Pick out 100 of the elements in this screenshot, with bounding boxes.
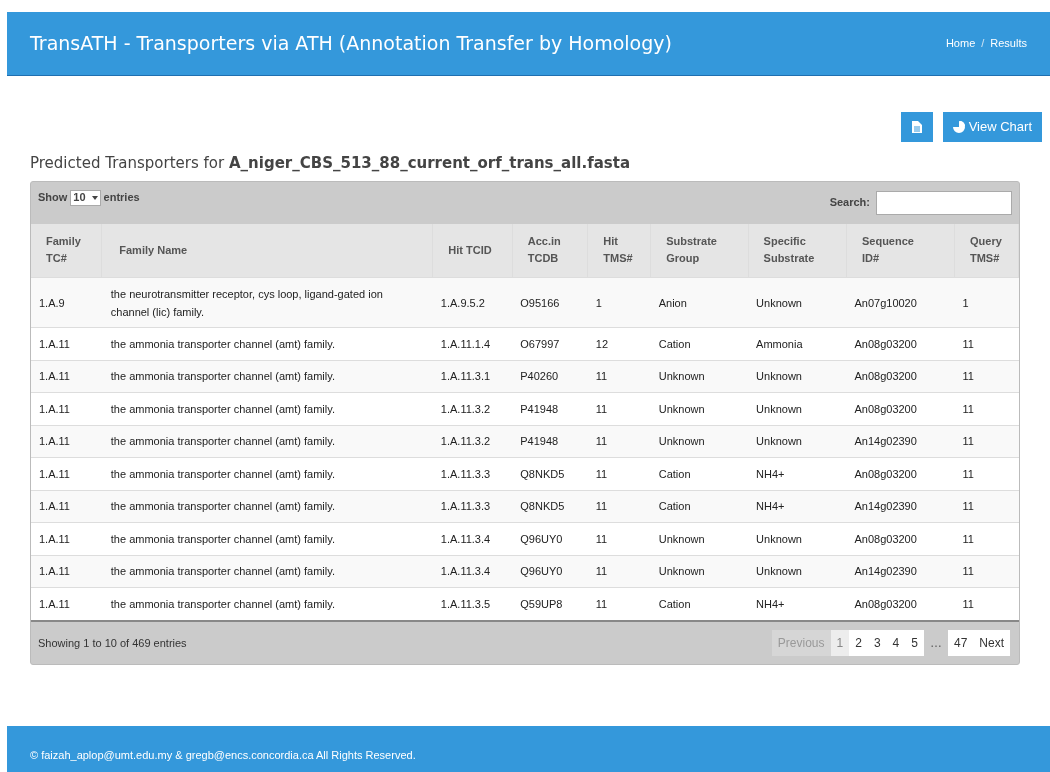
hit-tms-cell: 11 bbox=[595, 370, 608, 383]
hit-tcid-cell: 1.A.11.3.2 bbox=[440, 435, 491, 448]
entries-info: Showing 1 to 10 of 469 entries bbox=[38, 635, 187, 651]
copyright-text: © faizah_aplop@umt.edu.my & gregb@encs.concordia.ca All Rights Reserved. bbox=[30, 747, 416, 763]
hit-tcid-cell: 1.A.11.3.5 bbox=[440, 598, 491, 610]
family-name-cell: the ammonia transporter channel (amt) family. bbox=[110, 402, 335, 415]
column-header[interactable]: Hit TCID bbox=[432, 223, 513, 278]
query-tms-cell: 11 bbox=[962, 598, 974, 610]
accession-cell: Q59UP8 bbox=[520, 598, 563, 610]
sequence-id-cell: An08g03200 bbox=[854, 337, 917, 350]
entries-label: entries bbox=[103, 190, 140, 206]
column-header[interactable]: Family Name bbox=[101, 223, 433, 278]
family-tc-cell: 1.A.11 bbox=[39, 402, 70, 415]
pagination-button[interactable]: 2 bbox=[849, 630, 868, 656]
sequence-id-cell: An08g03200 bbox=[854, 370, 917, 383]
family-name-cell: the ammonia transporter channel (amt) family. bbox=[110, 598, 335, 610]
document-icon bbox=[911, 121, 922, 133]
export-button[interactable] bbox=[900, 112, 933, 142]
specific-substrate-cell: Unknown bbox=[756, 565, 802, 578]
sequence-id-cell: An08g03200 bbox=[854, 402, 917, 415]
breadcrumb-link[interactable]: Results bbox=[990, 35, 1027, 52]
specific-substrate-cell: NH4+ bbox=[756, 467, 785, 480]
family-tc-cell: 1.A.11 bbox=[39, 370, 70, 383]
column-header[interactable]: Acc.in TCDB bbox=[512, 223, 588, 278]
substrate-group-cell: Cation bbox=[658, 337, 691, 350]
sequence-id-cell: An08g03200 bbox=[854, 598, 917, 610]
page-size-select[interactable]: 10 bbox=[70, 189, 101, 206]
family-tc-cell: 1.A.11 bbox=[39, 337, 70, 350]
query-tms-cell: 11 bbox=[962, 532, 974, 545]
substrate-group-cell: Unknown bbox=[658, 435, 705, 448]
query-tms-cell: 11 bbox=[962, 402, 974, 415]
accession-cell: P41948 bbox=[520, 435, 559, 448]
column-header[interactable]: Specific Substrate bbox=[748, 223, 847, 278]
hit-tcid-cell: 1.A.11.3.1 bbox=[440, 370, 491, 383]
sequence-id-cell: An08g03200 bbox=[854, 467, 917, 480]
family-name-cell: the ammonia transporter channel (amt) family. bbox=[110, 337, 335, 350]
hit-tms-cell: 11 bbox=[595, 500, 608, 513]
accession-cell: P41948 bbox=[520, 402, 559, 415]
query-tms-cell: 11 bbox=[962, 435, 974, 448]
column-header[interactable]: Query TMS# bbox=[954, 223, 1019, 278]
site-title: TransATH - Transporters via ATH (Annotation Transfer by Homology) bbox=[30, 31, 672, 57]
column-header[interactable]: Substrate Group bbox=[650, 223, 749, 278]
hit-tms-cell: 11 bbox=[595, 467, 608, 480]
hit-tms-cell: 11 bbox=[595, 435, 608, 448]
specific-substrate-cell: Unknown bbox=[756, 370, 802, 383]
family-name-cell: the ammonia transporter channel (amt) family. bbox=[110, 565, 335, 578]
query-tms-cell: 11 bbox=[962, 467, 974, 480]
pagination-button[interactable]: 47 bbox=[947, 630, 974, 656]
substrate-group-cell: Cation bbox=[658, 500, 691, 513]
accession-cell: Q96UY0 bbox=[520, 565, 563, 578]
specific-substrate-cell: Unknown bbox=[756, 532, 802, 545]
family-tc-cell: 1.A.11 bbox=[39, 500, 70, 513]
accession-cell: P40260 bbox=[520, 370, 559, 383]
substrate-group-cell: Cation bbox=[658, 598, 691, 610]
hit-tcid-cell: 1.A.11.3.3 bbox=[440, 467, 491, 480]
pagination-button[interactable]: 5 bbox=[905, 630, 924, 656]
breadcrumb-separator: / bbox=[981, 36, 985, 52]
hit-tms-cell: 11 bbox=[595, 402, 608, 415]
query-tms-cell: 11 bbox=[962, 370, 974, 383]
accession-cell: O67997 bbox=[520, 337, 560, 350]
query-tms-cell: 11 bbox=[962, 337, 974, 350]
column-header[interactable]: Sequence ID# bbox=[846, 223, 955, 278]
hit-tms-cell: 11 bbox=[595, 598, 608, 610]
family-tc-cell: 1.A.11 bbox=[39, 435, 70, 448]
specific-substrate-cell: NH4+ bbox=[756, 500, 785, 513]
family-tc-cell: 1.A.9 bbox=[39, 296, 65, 309]
hit-tcid-cell: 1.A.11.3.3 bbox=[440, 500, 491, 513]
caret-icon bbox=[91, 195, 98, 200]
substrate-group-cell: Unknown bbox=[658, 370, 705, 383]
search-label: Search: bbox=[829, 195, 870, 211]
query-tms-cell: 11 bbox=[962, 565, 974, 578]
pagination-button[interactable]: Next bbox=[973, 630, 1010, 656]
specific-substrate-cell: Unknown bbox=[756, 435, 802, 448]
sequence-id-cell: An07g10020 bbox=[854, 296, 917, 309]
family-name-cell: the ammonia transporter channel (amt) family. bbox=[110, 435, 335, 448]
substrate-group-cell: Unknown bbox=[658, 532, 705, 545]
family-name-cell: the neurotransmitter receptor, cys loop, ligand-gated ion channel (lic) family. bbox=[110, 287, 383, 318]
sequence-id-cell: An14g02390 bbox=[854, 565, 917, 578]
accession-cell: Q8NKD5 bbox=[520, 500, 565, 513]
accession-cell: Q96UY0 bbox=[520, 532, 563, 545]
family-tc-cell: 1.A.11 bbox=[39, 467, 70, 480]
hit-tcid-cell: 1.A.11.3.4 bbox=[440, 532, 491, 545]
sequence-id-cell: An14g02390 bbox=[854, 500, 917, 513]
specific-substrate-cell: NH4+ bbox=[756, 598, 785, 610]
specific-substrate-cell: Unknown bbox=[756, 296, 802, 309]
results-heading: Predicted Transporters for A_niger_CBS_513_88_current_orf_trans_all.fasta bbox=[30, 153, 632, 174]
hit-tms-cell: 12 bbox=[595, 337, 609, 350]
specific-substrate-cell: Unknown bbox=[756, 402, 802, 415]
substrate-group-cell: Anion bbox=[658, 296, 687, 309]
specific-substrate-cell: Ammonia bbox=[756, 337, 803, 350]
column-header[interactable]: Hit TMS# bbox=[587, 223, 651, 278]
family-tc-cell: 1.A.11 bbox=[39, 532, 70, 545]
family-name-cell: the ammonia transporter channel (amt) family. bbox=[110, 370, 335, 383]
search-field[interactable] bbox=[876, 190, 1012, 215]
hit-tcid-cell: 1.A.9.5.2 bbox=[440, 296, 485, 309]
sequence-id-cell: An08g03200 bbox=[854, 532, 917, 545]
breadcrumb-link[interactable]: Home bbox=[945, 35, 976, 52]
family-tc-cell: 1.A.11 bbox=[39, 565, 70, 578]
view-chart-button[interactable]: View Chart bbox=[942, 112, 1042, 142]
column-header[interactable]: Family TC# bbox=[31, 223, 102, 278]
